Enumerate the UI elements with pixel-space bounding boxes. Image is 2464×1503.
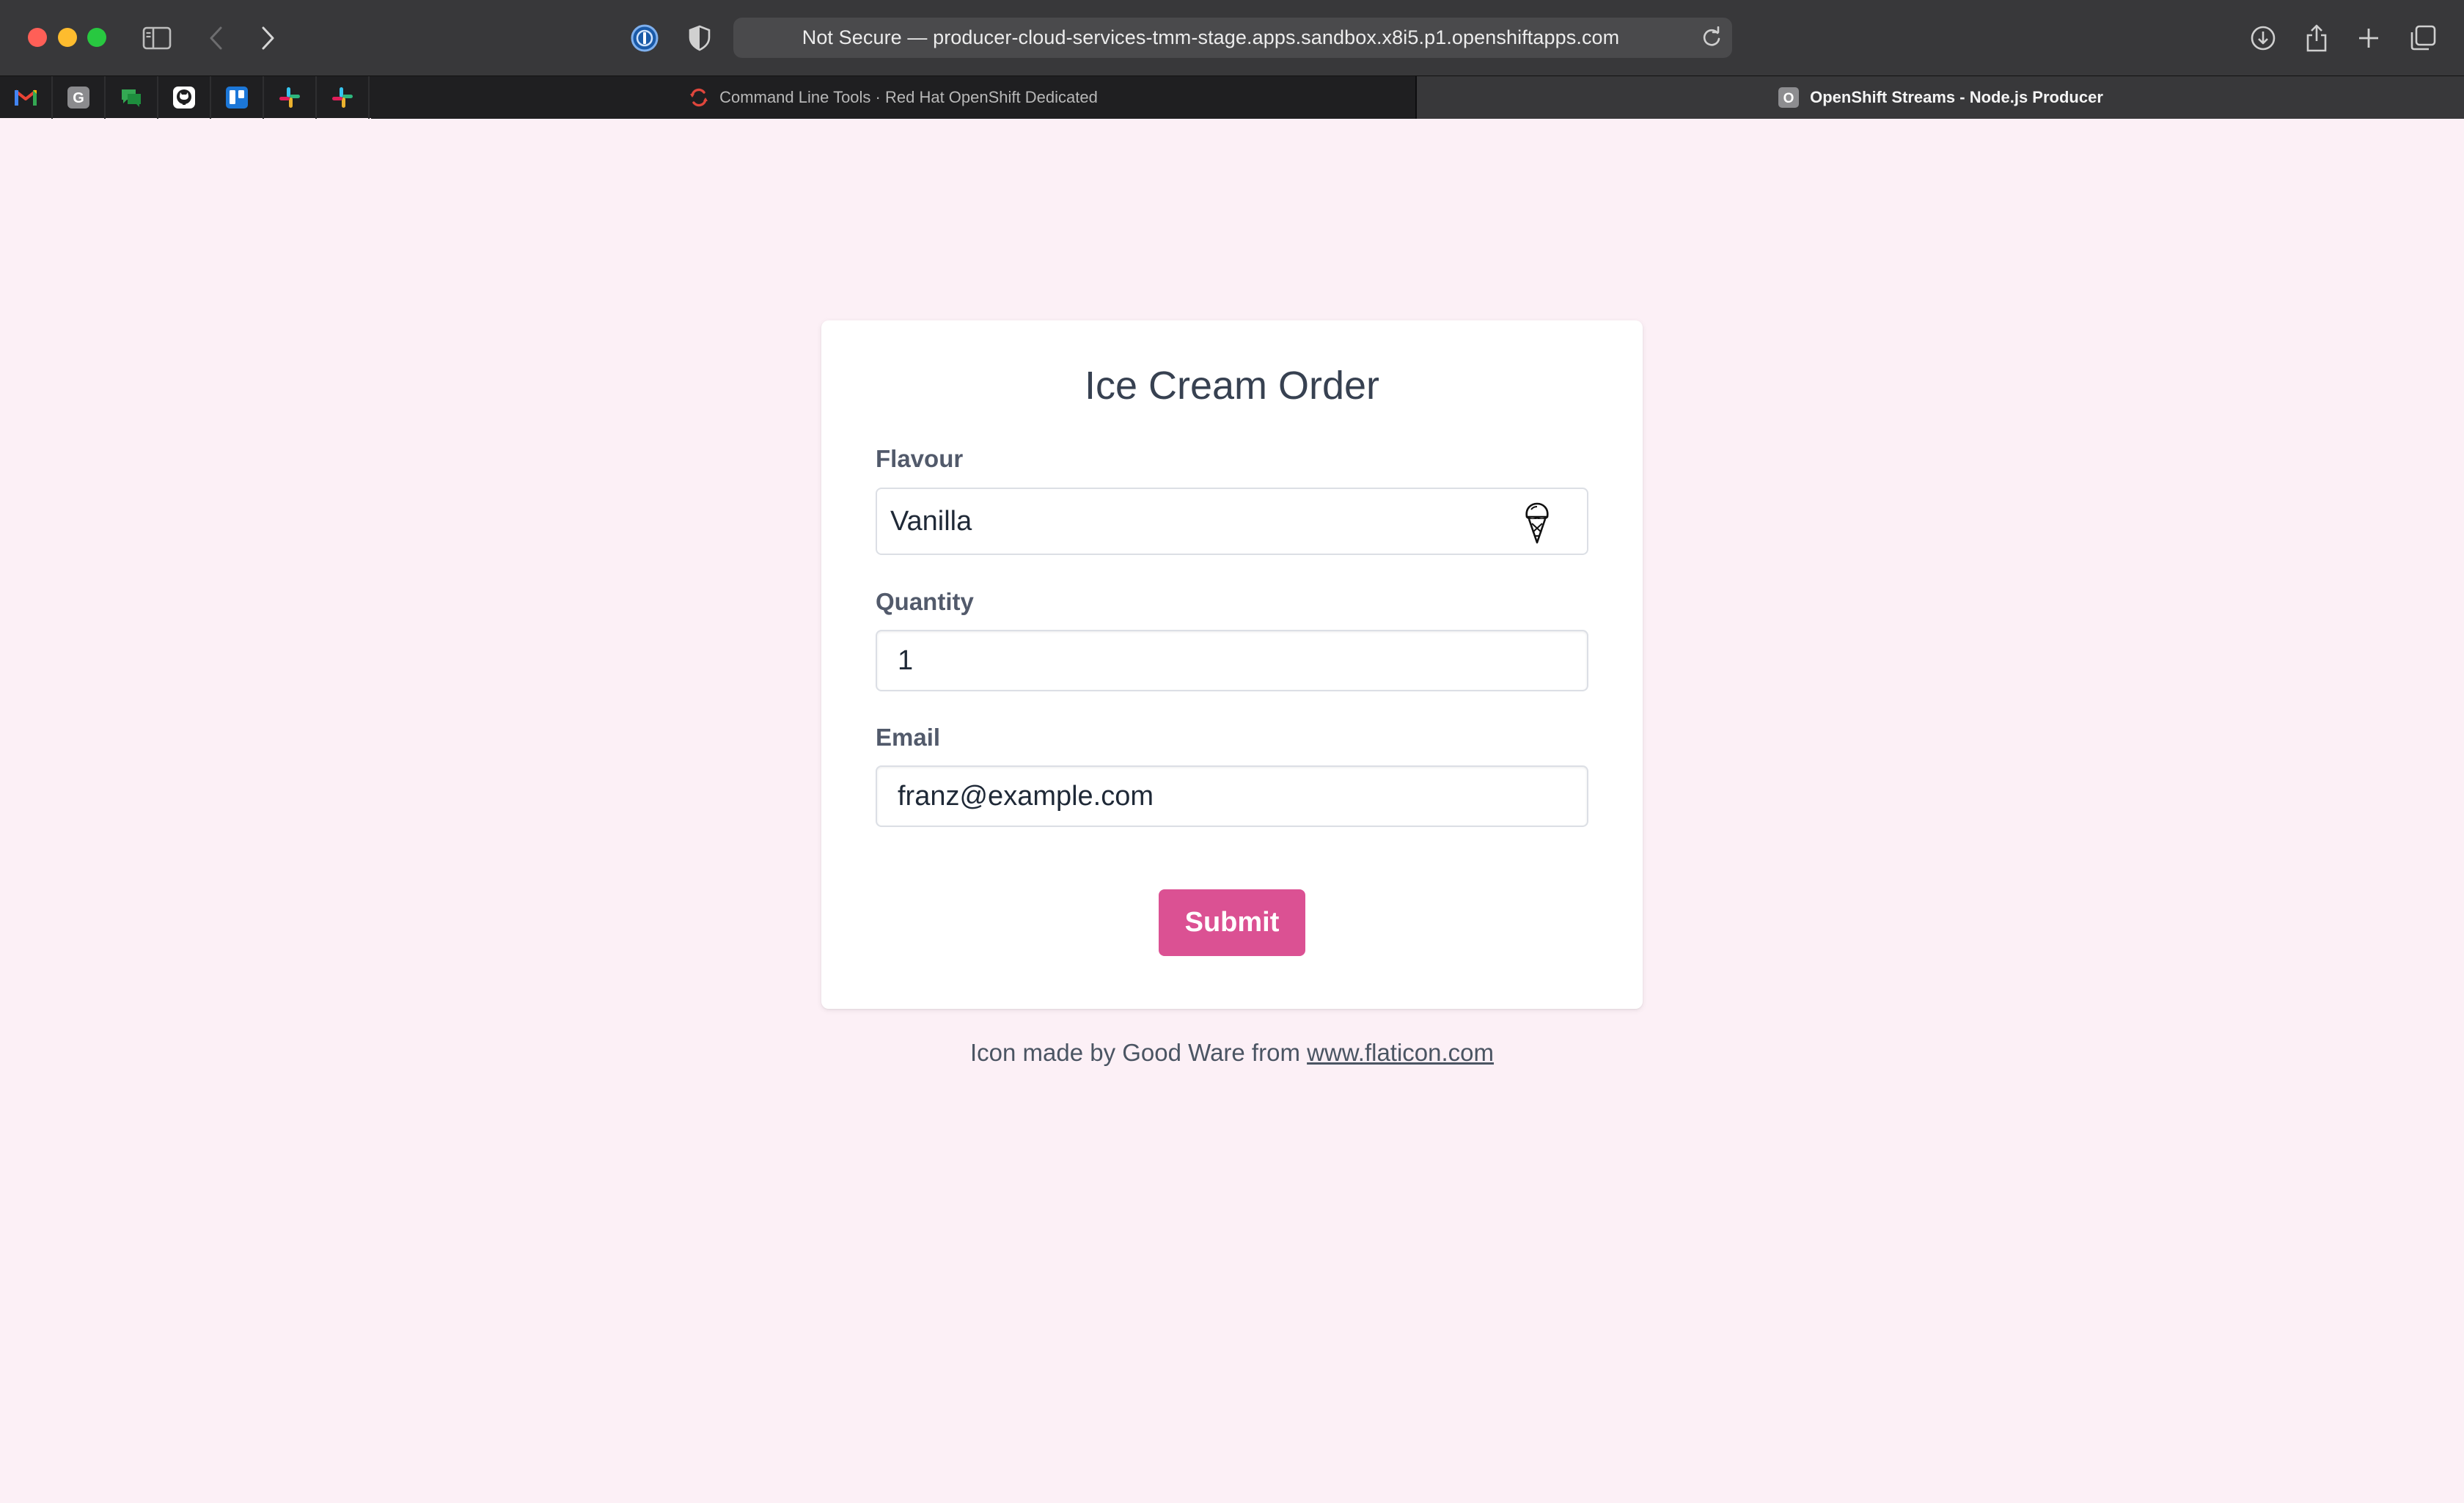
browser-window: Not Secure — producer-cloud-services-tmm… <box>0 0 2464 1503</box>
tab-openshift-streams[interactable]: O OpenShift Streams - Node.js Producer <box>1417 76 2464 119</box>
email-label: Email <box>876 724 941 751</box>
downloads-icon[interactable] <box>2247 22 2279 54</box>
minimize-window-button[interactable] <box>58 28 77 47</box>
privacy-shield-icon[interactable] <box>683 22 716 54</box>
slack-icon[interactable] <box>329 84 356 111</box>
tab-label: Command Line Tools · Red Hat OpenShift D… <box>719 88 1098 106</box>
letter-o-icon: O <box>1778 87 1800 109</box>
letter-g-icon[interactable]: G <box>65 84 92 111</box>
openshift-icon <box>689 87 709 108</box>
svg-text:O: O <box>1783 91 1794 106</box>
github-icon[interactable] <box>170 84 198 111</box>
new-tab-icon[interactable] <box>2353 22 2385 54</box>
address-bar[interactable]: Not Secure — producer-cloud-services-tmm… <box>733 18 1732 58</box>
browser-toolbar: Not Secure — producer-cloud-services-tmm… <box>0 0 2464 76</box>
quantity-value: 1 <box>898 644 914 676</box>
slack-icon[interactable] <box>276 84 304 111</box>
quantity-label: Quantity <box>876 588 974 615</box>
submit-button[interactable]: Submit <box>1159 889 1305 956</box>
page-title: Ice Cream Order <box>1084 364 1380 408</box>
tab-overview-icon[interactable] <box>2407 22 2439 54</box>
quantity-input[interactable]: 1 <box>876 630 1588 691</box>
back-icon[interactable] <box>200 22 232 54</box>
ice-cream-cone-icon <box>1517 501 1558 545</box>
icon-attribution: Icon made by Good Ware from www.flaticon… <box>0 1039 2464 1067</box>
attribution-text: Icon made by Good Ware from <box>969 1039 1308 1066</box>
gmail-icon[interactable] <box>12 84 40 111</box>
password-manager-icon[interactable] <box>628 22 661 54</box>
forward-icon[interactable] <box>252 22 284 54</box>
flaticon-link[interactable]: www.flaticon.com <box>1307 1039 1494 1066</box>
chat-icon[interactable] <box>117 84 145 111</box>
email-field[interactable]: franz@example.com <box>876 765 1588 827</box>
svg-text:G: G <box>73 90 84 106</box>
close-window-button[interactable] <box>28 28 47 47</box>
share-icon[interactable] <box>2300 22 2333 54</box>
tab-label: OpenShift Streams - Node.js Producer <box>1810 88 2103 106</box>
flavour-select[interactable]: Vanilla <box>876 488 1588 555</box>
tab-command-line-tools[interactable]: Command Line Tools · Red Hat OpenShift D… <box>371 76 1415 119</box>
order-form-card: Ice Cream Order Flavour Vanilla Quantity… <box>821 320 1643 1009</box>
trello-icon[interactable] <box>223 84 251 111</box>
maximize-window-button[interactable] <box>87 28 106 47</box>
flavour-value: Vanilla <box>890 505 972 537</box>
address-text: Not Secure — producer-cloud-services-tmm… <box>802 26 1620 48</box>
reload-icon[interactable] <box>1700 26 1723 50</box>
tab-bar: G Command Line Tools · Red Hat OpenShift… <box>0 76 2464 119</box>
flavour-label: Flavour <box>876 445 964 472</box>
email-value: franz@example.com <box>898 780 1154 812</box>
sidebar-toggle-icon[interactable] <box>141 22 173 54</box>
